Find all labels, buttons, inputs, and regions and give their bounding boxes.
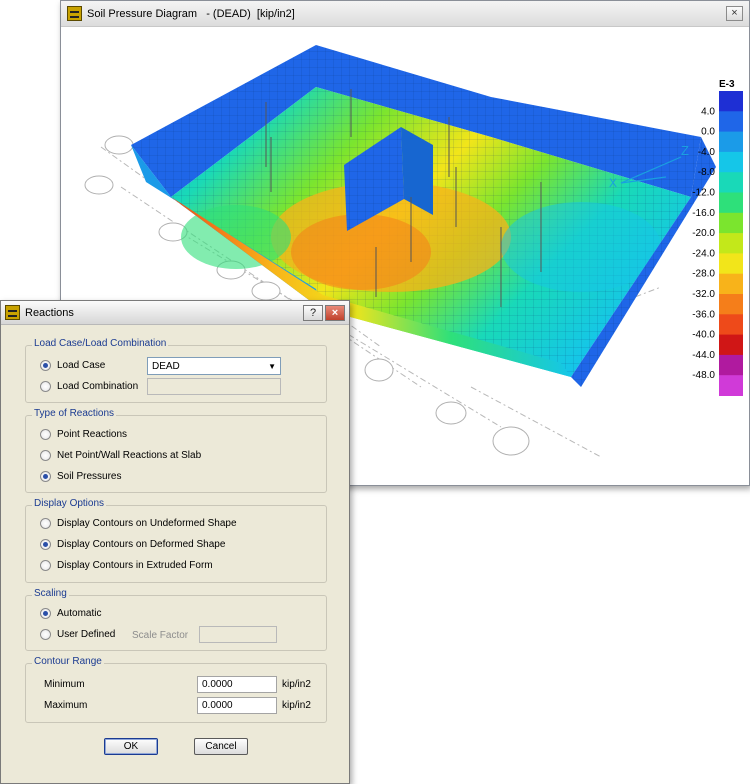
deformed-shape-label: Display Contours on Deformed Shape [57,539,226,550]
axis-x-label: X [609,176,617,190]
diagram-title-bar[interactable]: Soil Pressure Diagram - (DEAD) [kip/in2]… [61,1,749,27]
point-reactions-radio[interactable] [40,429,51,440]
type-of-reactions-legend: Type of Reactions [32,408,117,419]
legend-color-band [719,314,743,336]
net-reactions-row[interactable]: Net Point/Wall Reactions at Slab [40,450,201,461]
load-case-label: Load Case [57,360,106,371]
load-combination-radio-row[interactable]: Load Combination [40,381,138,392]
legend-tick-label: 0.0 [701,127,715,138]
maximum-field[interactable]: 0.0000 [197,697,277,714]
load-combination-label: Load Combination [57,381,139,392]
legend-colorbar [719,91,743,396]
display-options-legend: Display Options [32,498,107,509]
minimum-label: Minimum [44,679,85,690]
scale-factor-field[interactable] [199,626,277,643]
undeformed-shape-label: Display Contours on Undeformed Shape [57,518,237,529]
automatic-scaling-row[interactable]: Automatic [40,608,101,619]
axis-z-label: Z [681,143,689,158]
soil-pressures-label: Soil Pressures [57,471,122,482]
legend-tick-label: -36.0 [692,309,715,320]
extruded-form-radio[interactable] [40,560,51,571]
point-reactions-label: Point Reactions [57,429,128,440]
diagram-window-title: Soil Pressure Diagram - (DEAD) [kip/in2] [87,7,295,20]
scale-factor-label: Scale Factor [132,630,189,641]
legend-tick-label: -16.0 [692,208,715,219]
soil-pressures-radio[interactable] [40,471,51,482]
load-case-radio[interactable] [40,360,51,371]
legend-color-band [719,192,743,214]
legend-color-band [719,233,743,254]
legend-color-band [719,111,743,133]
legend-tick-label: -48.0 [692,370,715,381]
legend-color-band [719,172,743,193]
legend-color-band [719,294,743,315]
cancel-button[interactable]: Cancel [194,738,248,755]
legend-color-band [719,253,743,275]
legend-color-band [719,334,743,356]
automatic-scaling-label: Automatic [57,608,102,619]
legend-tick-label: -8.0 [698,167,716,178]
legend-tick-label: -28.0 [692,269,715,280]
contour-range-legend: Contour Range [32,656,104,667]
diagram-close-button[interactable]: × [726,6,743,21]
legend-tick-label: -20.0 [692,228,715,239]
ok-button[interactable]: OK [104,738,158,755]
undeformed-shape-row[interactable]: Display Contours on Undeformed Shape [40,518,237,529]
app-icon [67,6,82,21]
user-defined-scaling-label: User Defined [57,629,116,640]
load-case-selected-value: DEAD [152,360,180,372]
maximum-unit: kip/in2 [282,700,311,711]
legend-unit-label: E-3 [719,79,735,90]
legend-color-band [719,131,743,153]
dialog-title: Reactions [25,306,74,319]
point-reactions-row[interactable]: Point Reactions [40,429,127,440]
user-defined-scaling-radio[interactable] [40,629,51,640]
close-button[interactable]: × [325,304,345,321]
extruded-form-row[interactable]: Display Contours in Extruded Form [40,560,213,571]
dialog-title-bar[interactable]: Reactions ? × [1,301,349,325]
load-case-radio-row[interactable]: Load Case [40,360,105,371]
reactions-dialog: Reactions ? × Load Case/Load Combination… [0,300,350,784]
load-case-group-legend: Load Case/Load Combination [32,338,169,349]
minimum-unit: kip/in2 [282,679,311,690]
automatic-scaling-radio[interactable] [40,608,51,619]
legend-color-band [719,273,743,295]
legend-tick-label: -4.0 [698,147,716,158]
net-reactions-label: Net Point/Wall Reactions at Slab [57,450,202,461]
load-combination-field[interactable] [147,378,281,395]
net-reactions-radio[interactable] [40,450,51,461]
deformed-shape-radio[interactable] [40,539,51,550]
user-defined-scaling-row[interactable]: User Defined [40,629,115,640]
maximum-label: Maximum [44,700,88,711]
legend-tick-label: -32.0 [692,289,715,300]
chevron-down-icon: ▼ [268,361,276,371]
load-case-dropdown[interactable]: DEAD ▼ [147,357,281,375]
legend-tick-label: -12.0 [692,188,715,199]
minimum-field[interactable]: 0.0000 [197,676,277,693]
extruded-form-label: Display Contours in Extruded Form [57,560,213,571]
legend-tick-label: 4.0 [701,106,715,117]
undeformed-shape-radio[interactable] [40,518,51,529]
legend-color-band [719,354,743,376]
contour-range-group: Contour Range [25,656,327,723]
soil-pressures-row[interactable]: Soil Pressures [40,471,121,482]
scaling-group: Scaling [25,588,327,651]
deformed-shape-row[interactable]: Display Contours on Deformed Shape [40,539,225,550]
load-combination-radio[interactable] [40,381,51,392]
legend-color-band [719,151,743,173]
legend-tick-label: -44.0 [692,350,715,361]
legend-tick-label: -40.0 [692,330,715,341]
help-button[interactable]: ? [303,304,323,321]
legend-color-band [719,212,743,234]
legend-color-band [719,375,743,396]
dialog-app-icon [5,305,20,320]
legend-tick-label: -24.0 [692,248,715,259]
legend-color-band [719,91,743,112]
scaling-legend: Scaling [32,588,69,599]
